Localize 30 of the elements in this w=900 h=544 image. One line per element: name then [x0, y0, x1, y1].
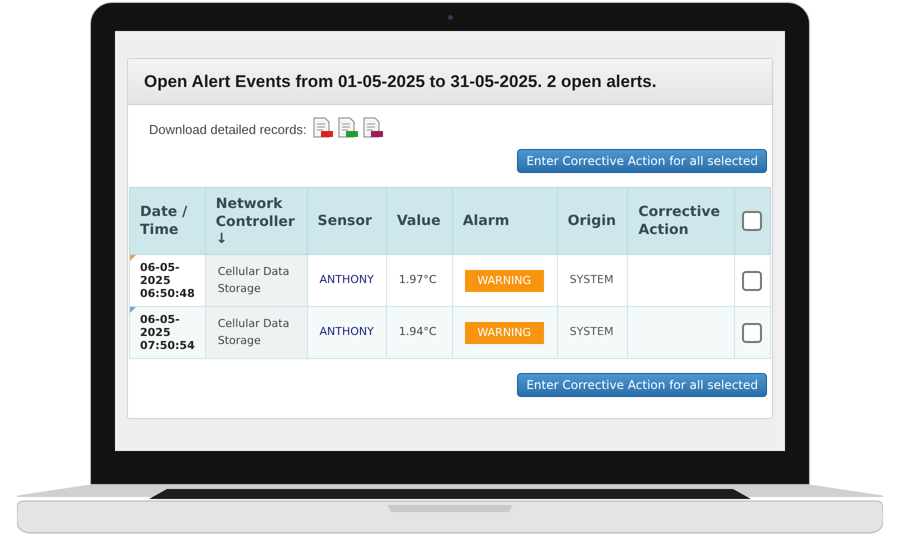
- document-icon[interactable]: [362, 117, 384, 139]
- sensor-link[interactable]: ANTHONY: [320, 325, 374, 338]
- column-header[interactable]: Sensor: [318, 212, 376, 230]
- date-text: 06-05-2025: [140, 313, 181, 339]
- table-cell: Cellular Data Storage: [218, 265, 290, 294]
- corrective-action-button[interactable]: Enter Corrective Action for all selected: [517, 373, 767, 397]
- document-icon[interactable]: [336, 117, 359, 139]
- sort-arrow[interactable]: ↓: [216, 231, 296, 247]
- table-cell: SYSTEM: [570, 325, 614, 338]
- table-cell: Cellular Data Storage: [218, 317, 290, 346]
- column-header[interactable]: Network Controller: [216, 195, 296, 231]
- checkbox[interactable]: [742, 211, 762, 231]
- warning-badge: WARNING: [464, 322, 544, 344]
- table-cell: 1.97°C: [398, 273, 437, 286]
- camera-icon: [448, 15, 452, 20]
- checkbox[interactable]: [742, 322, 762, 342]
- sensor-link[interactable]: ANTHONY: [320, 273, 374, 286]
- table-cell: 1.94°C: [398, 325, 437, 338]
- download-label: Download detailed records:: [149, 120, 307, 138]
- column-header[interactable]: Value: [396, 212, 442, 230]
- column-header[interactable]: Origin: [568, 212, 618, 230]
- document-icon[interactable]: [312, 117, 334, 139]
- warning-badge: WARNING: [464, 270, 544, 292]
- corrective-action-button[interactable]: Enter Corrective Action for all selected: [517, 149, 767, 173]
- date-text: 06-05-2025: [140, 261, 181, 287]
- panel-title: Open Alert Events from 01-05-2025 to 31-05-2025. 2 open alerts.: [144, 70, 656, 93]
- checkbox[interactable]: [742, 270, 762, 290]
- time-text: 06:50:48: [140, 287, 195, 300]
- table-cell: SYSTEM: [570, 273, 614, 286]
- time-text: 07:50:54: [140, 339, 195, 352]
